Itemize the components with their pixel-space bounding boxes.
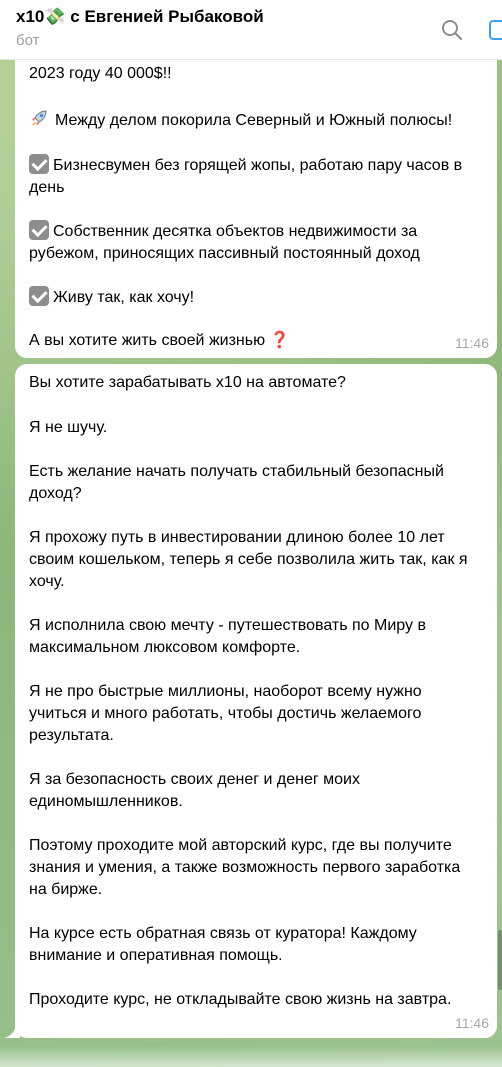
message-text: Я прохожу путь в инвестировании длиною б… <box>29 529 445 546</box>
message-text: единомышленников. <box>29 793 183 810</box>
check-box-icon <box>29 286 49 306</box>
more-icon[interactable] <box>488 18 502 42</box>
chat-subtitle: бот <box>16 32 40 49</box>
chat-title-prefix: x10 <box>16 7 45 26</box>
message-text: знания и умения, а также возможность пер… <box>29 859 461 876</box>
message-text: Есть желание начать получать стабильный … <box>29 463 444 480</box>
message-text: Я исполнила свою мечту - путешествовать … <box>29 617 426 634</box>
message-text: учиться и много работать, чтобы достичь … <box>29 705 422 722</box>
message-bubble[interactable]: Вы хотите зарабатывать х10 на автомате? … <box>15 364 497 1038</box>
message-text: Я за безопасность своих денег и денег мо… <box>29 771 360 788</box>
message-text: доход? <box>29 485 82 502</box>
message-text: своим кошельком, теперь я себе позволила… <box>29 551 468 568</box>
question-mark-emoji: ❓ <box>269 332 290 349</box>
message-text: Живу так, как хочу! <box>53 289 195 306</box>
message-text-line: Живу так, как хочу! <box>29 286 194 310</box>
bottom-fade <box>0 1046 502 1067</box>
message-text: на бирже. <box>29 881 103 898</box>
message-text: А вы хотите жить своей жизнью <box>29 332 266 349</box>
message-text: Проходите курс, не откладывайте свою жиз… <box>29 991 452 1008</box>
message-text-line: Собственник десятка объектов недвижимост… <box>29 220 417 244</box>
message-text-line: А вы хотите жить своей жизнью ❓ <box>29 330 289 353</box>
message-text: рубежом, приносящих пассивный постоянный… <box>29 245 420 262</box>
message-text-line: Бизнесвумен без горящей жопы, работаю па… <box>29 154 462 178</box>
scrollbar-thumb[interactable] <box>498 930 502 990</box>
money-emoji: 💸 <box>44 7 66 26</box>
message-text: Вы хотите зарабатывать х10 на автомате? <box>29 374 346 391</box>
message-bubble[interactable]: 2023 году 40 000$!! Между делом покорила… <box>15 40 497 358</box>
message-text: Я не шучу. <box>29 419 108 436</box>
message-text: Собственник десятка объектов недвижимост… <box>53 223 418 240</box>
message-text: внимание и оперативная помощь. <box>29 947 283 964</box>
message-text: Поэтому проходите мой авторский курс, гд… <box>29 837 452 854</box>
search-icon[interactable] <box>440 18 464 42</box>
message-time: 11:46 <box>455 1014 489 1031</box>
chat-title[interactable]: x10💸 с Евгенией Рыбаковой <box>16 7 264 27</box>
message-text: На курсе есть обратная связь от куратора… <box>29 925 417 942</box>
check-box-icon <box>29 154 49 174</box>
message-text: 2023 году 40 000$!! <box>29 65 172 82</box>
chat-header[interactable]: x10💸 с Евгенией Рыбаковой бот <box>0 0 502 60</box>
message-time: 11:46 <box>455 334 489 351</box>
message-text: день <box>29 179 65 196</box>
message-text: Бизнесвумен без горящей жопы, работаю па… <box>53 157 463 174</box>
message-text: Я не про быстрые миллионы, наоборот всем… <box>29 683 422 700</box>
rocket-icon <box>32 110 47 125</box>
message-text: результата. <box>29 727 114 744</box>
message-text: хочу. <box>29 573 65 590</box>
message-text: максимальном люксовом комфорте. <box>29 639 301 656</box>
message-text: Между делом покорила Северный и Южный по… <box>55 112 453 129</box>
message-text-line: Между делом покорила Северный и Южный по… <box>29 108 452 133</box>
chat-title-suffix: с Евгенией Рыбаковой <box>65 7 264 26</box>
check-box-icon <box>29 220 49 240</box>
